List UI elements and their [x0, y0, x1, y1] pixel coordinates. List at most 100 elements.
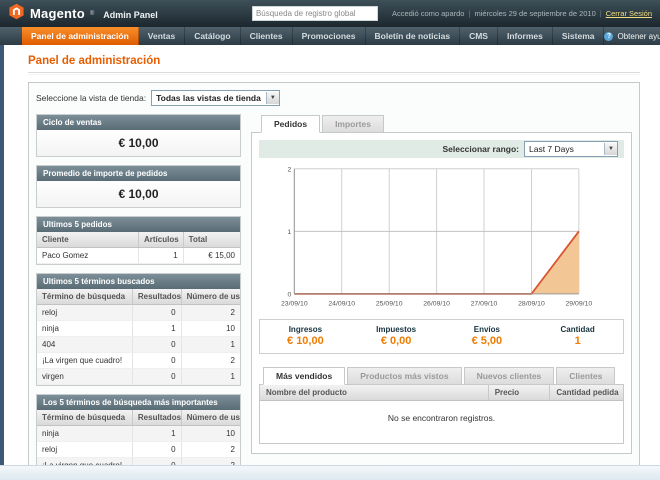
last-orders-table: Cliente Artículos Total Paco Gomez 1 € 1…: [37, 232, 240, 264]
tab-mas-vendidos[interactable]: Más vendidos: [263, 367, 345, 385]
col-header: Número de usos: [181, 410, 240, 426]
col-header: Resultados: [132, 289, 181, 305]
last-search-terms-title: Ultimos 5 términos buscados: [37, 274, 240, 289]
table-row[interactable]: virgen 0 1: [37, 369, 240, 385]
totals-strip: Ingresos € 10,00 Impuestos € 0,00 Envíos…: [259, 319, 624, 354]
page-title: Panel de administración: [28, 55, 640, 67]
x-tick: 24/09/10: [328, 300, 355, 307]
help-link[interactable]: ? Obtener ayuda para esta página: [604, 27, 660, 45]
y-tick: 1: [288, 229, 292, 236]
nav-item-sistema[interactable]: Sistema: [553, 27, 605, 45]
magento-logo: Magento ® Admin Panel: [8, 3, 158, 25]
store-view-bar: Seleccione la vista de tienda: Todas las…: [36, 90, 632, 106]
nav-item-dashboard[interactable]: Panel de administración: [22, 27, 139, 45]
page-content: Panel de administración Seleccione la vi…: [0, 45, 660, 466]
nav-item-cms[interactable]: CMS: [460, 27, 498, 45]
chevron-down-icon: ▼: [604, 143, 617, 155]
top-search-terms-box: Los 5 términos de búsqueda más important…: [36, 394, 241, 466]
range-value: Last 7 Days: [529, 144, 574, 154]
nav-item-promociones[interactable]: Promociones: [293, 27, 366, 45]
avg-order-value: € 10,00: [37, 181, 240, 207]
magento-logo-icon: [8, 3, 25, 25]
header-bar: Magento ® Admin Panel Accedió como apardo…: [0, 0, 660, 27]
left-accent-bar: [0, 45, 4, 466]
x-tick: 26/09/10: [423, 300, 450, 307]
y-tick: 0: [288, 292, 292, 299]
sales-cycle-value: € 10,00: [37, 130, 240, 156]
sales-cycle-box: Ciclo de ventas € 10,00: [36, 114, 241, 157]
products-tabs: Más vendidos Productos más vistos Nuevos…: [259, 367, 624, 385]
col-header: Nombre del producto: [260, 385, 489, 400]
avg-order-title: Promedio de importe de pedidos: [37, 166, 240, 181]
total-ingresos: Ingresos € 10,00: [260, 325, 351, 347]
help-link-label: Obtener ayuda para esta página: [617, 32, 660, 41]
last-search-terms-box: Ultimos 5 términos buscados Término de b…: [36, 273, 241, 386]
col-header: Resultados: [132, 410, 181, 426]
products-grid-header: Nombre del producto Precio Cantidad pedi…: [260, 385, 623, 401]
magento-admin-window: Magento ® Admin Panel Accedió como apardo…: [0, 0, 660, 480]
range-select[interactable]: Last 7 Days ▼: [524, 141, 618, 157]
store-view-select[interactable]: Todas las vistas de tienda ▼: [151, 90, 280, 106]
col-header: Cliente: [37, 232, 139, 248]
store-view-value: Todas las vistas de tienda: [156, 93, 261, 103]
nav-item-catalogo[interactable]: Catálogo: [185, 27, 240, 45]
total-cantidad: Cantidad 1: [532, 325, 623, 347]
orders-chart: 2 1 0 23/09/10 24/09/10 25/09/10 26/09/1…: [259, 163, 624, 315]
top-search-terms-table: Término de búsqueda Resultados Número de…: [37, 410, 240, 466]
range-label: Seleccionar rango:: [442, 144, 519, 154]
tab-clientes[interactable]: Clientes: [556, 367, 615, 385]
tab-nuevos-clientes[interactable]: Nuevos clientes: [464, 367, 555, 385]
title-divider: [28, 72, 640, 75]
range-bar: Seleccionar rango: Last 7 Days ▼: [259, 140, 624, 158]
table-row[interactable]: ninja 1 10: [37, 426, 240, 442]
total-impuestos: Impuestos € 0,00: [351, 325, 442, 347]
main-nav: Panel de administración Ventas Catálogo …: [0, 27, 660, 45]
logo-trademark: ®: [90, 11, 94, 17]
table-row[interactable]: ninja 1 10: [37, 321, 240, 337]
store-view-label: Seleccione la vista de tienda:: [36, 93, 146, 103]
tab-productos-mas-vistos[interactable]: Productos más vistos: [347, 367, 461, 385]
global-search-input[interactable]: [252, 6, 378, 21]
empty-grid-message: No se encontraron registros.: [260, 401, 623, 443]
col-header: Término de búsqueda: [37, 410, 132, 426]
sales-cycle-title: Ciclo de ventas: [37, 115, 240, 130]
col-header: Número de usos: [181, 289, 240, 305]
table-row[interactable]: Paco Gomez 1 € 15,00: [37, 248, 240, 264]
col-header: Término de búsqueda: [37, 289, 132, 305]
logo-name: Magento: [30, 6, 85, 21]
right-column: Pedidos Importes Seleccionar rango: Last…: [251, 114, 632, 454]
orders-amounts-tabs: Pedidos Importes: [251, 115, 632, 133]
table-row[interactable]: 404 0 1: [37, 337, 240, 353]
nav-item-informes[interactable]: Informes: [498, 27, 553, 45]
logo-subtitle: Admin Panel: [103, 7, 158, 20]
col-header: Artículos: [139, 232, 184, 248]
x-tick: 28/09/10: [518, 300, 545, 307]
col-header: Precio: [489, 385, 551, 400]
orders-panel: Seleccionar rango: Last 7 Days ▼: [251, 132, 632, 454]
col-header: Total: [183, 232, 240, 248]
last-search-terms-table: Término de búsqueda Resultados Número de…: [37, 289, 240, 385]
chevron-down-icon: ▼: [266, 92, 279, 104]
nav-item-boletin[interactable]: Boletín de noticias: [366, 27, 461, 45]
tab-importes[interactable]: Importes: [322, 115, 384, 133]
table-row[interactable]: reloj 0 2: [37, 442, 240, 458]
current-date: miércoles 29 de septiembre de 2010: [474, 9, 595, 18]
logout-link[interactable]: Cerrar Sesión: [606, 9, 652, 18]
products-grid: Nombre del producto Precio Cantidad pedi…: [259, 384, 624, 444]
nav-item-ventas[interactable]: Ventas: [139, 27, 185, 45]
dashboard-container: Seleccione la vista de tienda: Todas las…: [28, 82, 640, 466]
x-tick: 25/09/10: [376, 300, 403, 307]
x-tick: 29/09/10: [566, 300, 593, 307]
tab-pedidos[interactable]: Pedidos: [261, 115, 320, 133]
logged-in-as: Accedió como apardo: [392, 9, 465, 18]
last-orders-title: Ultimos 5 pedidos: [37, 217, 240, 232]
table-row[interactable]: ¡La virgen que cuadro! 0 2: [37, 353, 240, 369]
table-row[interactable]: reloj 0 2: [37, 305, 240, 321]
y-tick: 2: [288, 167, 292, 174]
top-search-terms-title: Los 5 términos de búsqueda más important…: [37, 395, 240, 410]
x-tick: 23/09/10: [281, 300, 308, 307]
left-column: Ciclo de ventas € 10,00 Promedio de impo…: [36, 114, 241, 466]
page-footer: [0, 465, 660, 480]
col-header: Cantidad pedida: [550, 385, 623, 400]
nav-item-clientes[interactable]: Clientes: [241, 27, 293, 45]
